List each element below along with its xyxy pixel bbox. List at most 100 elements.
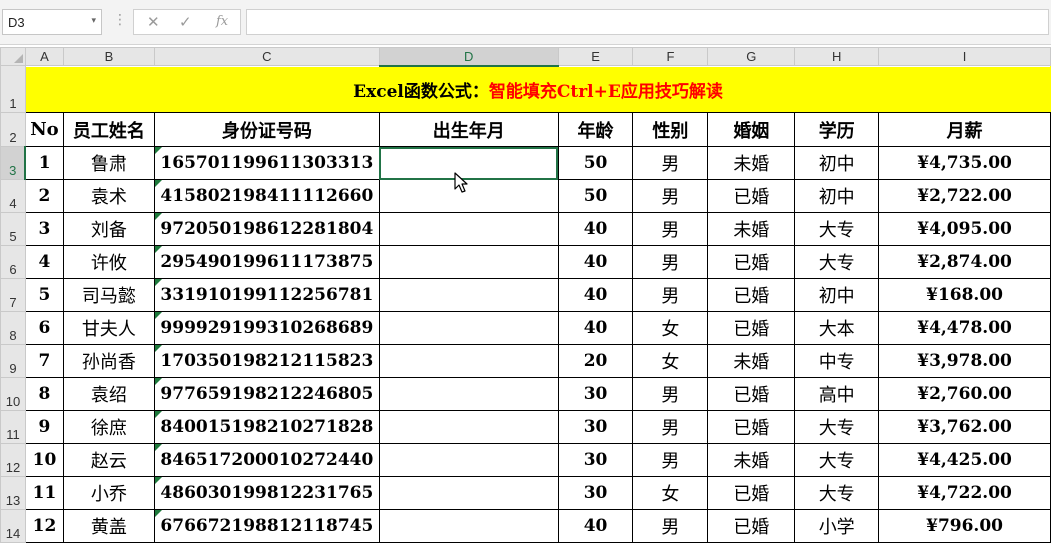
cell-marriage[interactable]: 已婚 <box>707 311 796 345</box>
cell-salary[interactable]: ¥4,722.00 <box>878 476 1051 510</box>
cell-marriage[interactable]: 未婚 <box>707 212 796 246</box>
cancel-icon[interactable]: ✕ <box>147 14 160 30</box>
header-cell[interactable]: 身份证号码 <box>153 112 380 147</box>
sheet-title[interactable]: Excel函数公式：智能填充Ctrl+E应用技巧解读 <box>24 65 1051 113</box>
insert-function-icon[interactable]: fx <box>216 14 228 30</box>
cell-name[interactable]: 赵云 <box>62 443 155 477</box>
formula-input[interactable] <box>246 9 1049 35</box>
row-header-9[interactable]: 9 <box>0 344 26 378</box>
cell-age[interactable]: 40 <box>557 245 634 279</box>
header-cell[interactable]: 出生年月 <box>378 112 559 147</box>
cell-id[interactable]: 972050198612281804 <box>153 212 380 246</box>
cell-name[interactable]: 袁术 <box>62 179 155 213</box>
cell-marriage[interactable]: 已婚 <box>707 278 796 312</box>
cell-id[interactable]: 977659198212246805 <box>153 377 380 411</box>
cell-salary[interactable]: ¥2,722.00 <box>878 179 1051 213</box>
cell-age[interactable]: 50 <box>557 146 634 180</box>
cell-marriage[interactable]: 已婚 <box>707 410 796 444</box>
cell-birth[interactable] <box>378 344 559 378</box>
cell-edu[interactable]: 大专 <box>794 212 880 246</box>
cell-id[interactable]: 486030199812231765 <box>153 476 380 510</box>
name-box[interactable]: D3 ▾ <box>2 9 102 35</box>
row-header-2[interactable]: 2 <box>0 112 26 147</box>
row-header-3[interactable]: 3 <box>0 146 27 180</box>
cell-edu[interactable]: 大专 <box>794 443 880 477</box>
cell-salary[interactable]: ¥4,478.00 <box>878 311 1051 345</box>
cell-name[interactable]: 刘备 <box>62 212 155 246</box>
header-cell[interactable]: No <box>24 112 64 147</box>
cell-age[interactable]: 40 <box>557 278 634 312</box>
cell-edu[interactable]: 初中 <box>794 146 880 180</box>
cell-no[interactable]: 8 <box>24 377 64 411</box>
cell-no[interactable]: 3 <box>24 212 64 246</box>
header-cell[interactable]: 性别 <box>632 112 709 147</box>
cell-edu[interactable]: 初中 <box>794 278 880 312</box>
cell-edu[interactable]: 大专 <box>794 245 880 279</box>
cell-birth[interactable] <box>378 377 559 411</box>
cell-no[interactable]: 12 <box>24 509 64 543</box>
header-cell[interactable]: 学历 <box>794 112 880 147</box>
cell-no[interactable]: 11 <box>24 476 64 510</box>
cell-gender[interactable]: 男 <box>632 278 709 312</box>
cell-age[interactable]: 20 <box>557 344 634 378</box>
cell-salary[interactable]: ¥4,425.00 <box>878 443 1051 477</box>
cell-edu[interactable]: 大本 <box>794 311 880 345</box>
cell-age[interactable]: 40 <box>557 212 634 246</box>
cell-marriage[interactable]: 已婚 <box>707 476 796 510</box>
cell-gender[interactable]: 女 <box>632 476 709 510</box>
header-cell[interactable]: 员工姓名 <box>62 112 155 147</box>
cell-marriage[interactable]: 已婚 <box>707 245 796 279</box>
column-header-e[interactable]: E <box>557 47 634 66</box>
cell-edu[interactable]: 小学 <box>794 509 880 543</box>
cell-id[interactable]: 846517200010272440 <box>153 443 380 477</box>
cell-name[interactable]: 徐庶 <box>62 410 155 444</box>
row-header-4[interactable]: 4 <box>0 179 26 213</box>
cell-age[interactable]: 30 <box>557 410 634 444</box>
cell-age[interactable]: 30 <box>557 377 634 411</box>
cell-age[interactable]: 50 <box>557 179 634 213</box>
cell-edu[interactable]: 大专 <box>794 476 880 510</box>
row-header-8[interactable]: 8 <box>0 311 26 345</box>
cell-no[interactable]: 1 <box>24 146 64 180</box>
cell-gender[interactable]: 男 <box>632 443 709 477</box>
row-header-13[interactable]: 13 <box>0 476 26 510</box>
cell-name[interactable]: 甘夫人 <box>62 311 155 345</box>
cell-birth[interactable] <box>378 410 559 444</box>
cell-no[interactable]: 2 <box>24 179 64 213</box>
header-cell[interactable]: 年龄 <box>557 112 634 147</box>
row-header-12[interactable]: 12 <box>0 443 26 477</box>
cell-marriage[interactable]: 未婚 <box>707 344 796 378</box>
cell-birth[interactable] <box>378 509 559 543</box>
header-cell[interactable]: 月薪 <box>878 112 1051 147</box>
cell-name[interactable]: 黄盖 <box>62 509 155 543</box>
cell-gender[interactable]: 男 <box>632 179 709 213</box>
cell-birth[interactable] <box>378 245 559 279</box>
cell-salary[interactable]: ¥2,874.00 <box>878 245 1051 279</box>
cell-id[interactable]: 999929199310268689 <box>153 311 380 345</box>
select-all-corner[interactable] <box>0 47 26 66</box>
cell-name[interactable]: 袁绍 <box>62 377 155 411</box>
cell-no[interactable]: 6 <box>24 311 64 345</box>
cell-salary[interactable]: ¥3,978.00 <box>878 344 1051 378</box>
cell-name[interactable]: 许攸 <box>62 245 155 279</box>
cell-gender[interactable]: 男 <box>632 509 709 543</box>
cell-birth[interactable] <box>378 212 559 246</box>
column-header-f[interactable]: F <box>632 47 709 66</box>
cell-age[interactable]: 30 <box>557 476 634 510</box>
cell-birth[interactable] <box>378 476 559 510</box>
cell-marriage[interactable]: 未婚 <box>707 146 796 180</box>
cell-edu[interactable]: 中专 <box>794 344 880 378</box>
cell-no[interactable]: 7 <box>24 344 64 378</box>
cell-age[interactable]: 40 <box>557 509 634 543</box>
cell-gender[interactable]: 男 <box>632 146 709 180</box>
row-header-5[interactable]: 5 <box>0 212 26 246</box>
cell-salary[interactable]: ¥3,762.00 <box>878 410 1051 444</box>
column-header-g[interactable]: G <box>707 47 796 66</box>
cell-marriage[interactable]: 已婚 <box>707 509 796 543</box>
name-box-dropdown-icon[interactable]: ▾ <box>91 16 96 26</box>
column-header-i[interactable]: I <box>878 47 1051 66</box>
cell-id[interactable]: 165701199611303313 <box>153 146 380 180</box>
cell-id[interactable]: 295490199611173875 <box>153 245 380 279</box>
cell-name[interactable]: 孙尚香 <box>62 344 155 378</box>
row-header-10[interactable]: 10 <box>0 377 26 411</box>
